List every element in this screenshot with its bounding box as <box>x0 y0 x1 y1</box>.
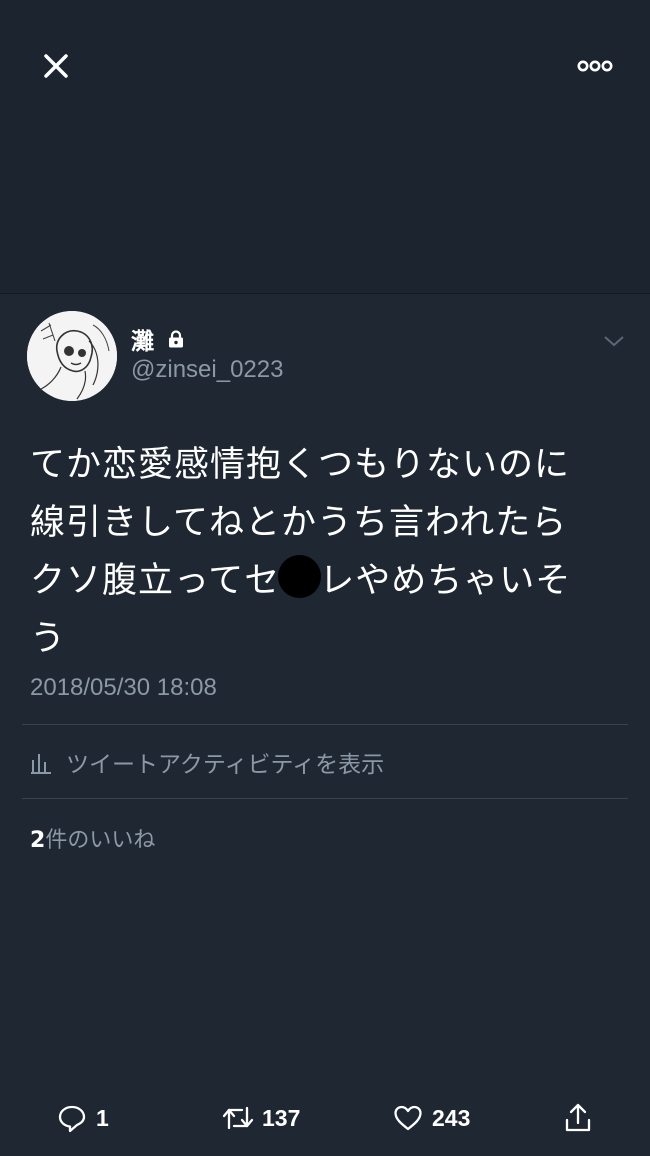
author-name[interactable]: 灘 <box>131 322 154 356</box>
close-icon <box>44 54 68 78</box>
tweet-timestamp: 2018/05/30 18:08 <box>30 674 217 701</box>
avatar[interactable] <box>27 311 117 401</box>
close-button[interactable] <box>38 48 74 84</box>
more-options-button[interactable] <box>574 52 616 80</box>
retweet-icon <box>222 1106 254 1130</box>
action-bar: 1 137 243 <box>0 1090 650 1146</box>
tweet-activity-link[interactable]: ツイートアクティビティを表示 <box>30 744 384 780</box>
tweet-text: てか恋愛感情抱くつもりないのに 線引きしてねとかうち言われたら クソ腹立ってセレ… <box>30 436 610 668</box>
likes-label: 件のいいね <box>45 828 156 853</box>
share-icon <box>565 1103 591 1132</box>
like-button[interactable]: 243 <box>392 1090 470 1146</box>
header-divider <box>0 293 650 294</box>
reply-icon <box>58 1105 86 1133</box>
share-button[interactable] <box>562 1090 594 1146</box>
tweet-text-line: う <box>30 619 67 659</box>
top-bar <box>0 0 650 294</box>
tweet-text-segment: レやめちゃいそ <box>319 561 572 601</box>
chevron-down-icon[interactable] <box>602 333 626 349</box>
avatar-illustration <box>27 311 117 401</box>
reply-count: 1 <box>96 1104 109 1131</box>
retweet-button[interactable]: 137 <box>222 1090 300 1146</box>
divider <box>22 724 628 725</box>
author-handle[interactable]: @zinsei_0223 <box>131 356 283 384</box>
tweet-text-line: 線引きしてねとかうち言われたら <box>30 503 568 543</box>
more-horizontal-icon <box>577 60 613 72</box>
activity-label: ツイートアクティビティを表示 <box>66 752 385 778</box>
reply-button[interactable]: 1 <box>56 1090 109 1146</box>
retweet-count: 137 <box>262 1104 301 1131</box>
bar-chart-icon <box>31 754 51 774</box>
likes-count: 2 <box>30 828 46 853</box>
tweet-text-line: クソ腹立ってセ レやめちゃいそ <box>30 552 610 610</box>
divider <box>22 798 628 799</box>
heart-icon <box>394 1105 422 1131</box>
like-count: 243 <box>432 1104 471 1131</box>
tweet-text-segment: クソ腹立ってセ <box>30 561 281 601</box>
redaction-mark <box>278 555 322 598</box>
tweet-text-line: てか恋愛感情抱くつもりないのに <box>30 445 571 485</box>
likes-summary[interactable]: 2件のいいね <box>30 822 155 854</box>
lock-icon <box>169 330 183 348</box>
